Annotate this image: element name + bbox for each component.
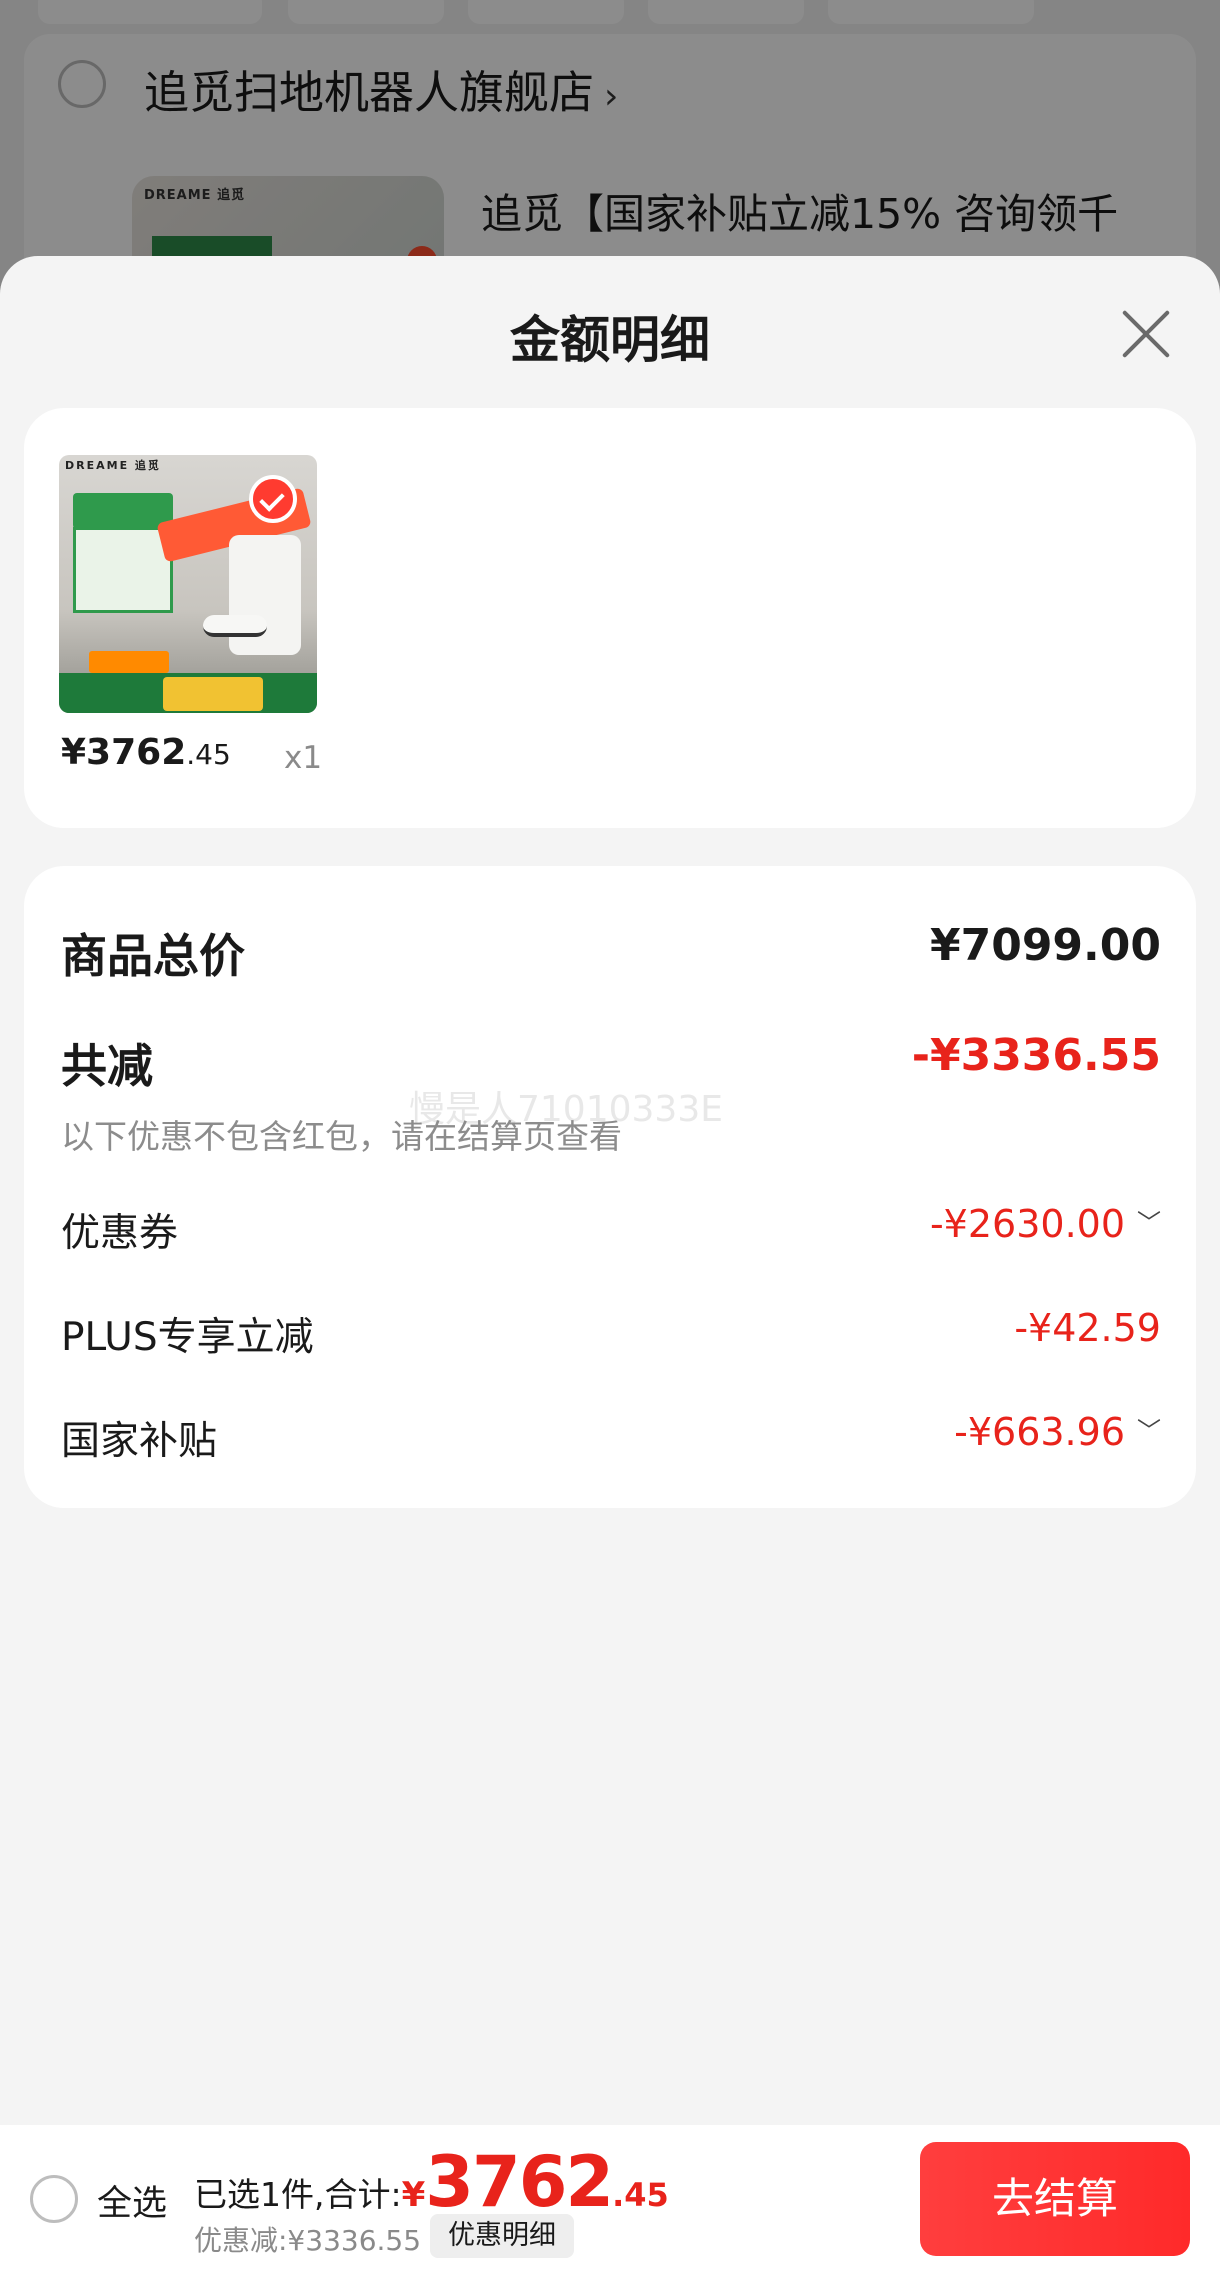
chevron-down-icon[interactable]: ﹀ xyxy=(1137,1411,1161,1446)
chevron-down-icon[interactable]: ﹀ xyxy=(1137,1203,1161,1238)
close-icon[interactable] xyxy=(1118,306,1174,362)
goods-card: DREAME 追觅 ¥3762.45 x1 xyxy=(24,408,1196,828)
amount-detail-sheet: 金额明细 DREAME 追觅 ¥3762.45 x1 商品总价 ¥7099.00… xyxy=(0,256,1220,2281)
select-all-radio[interactable] xyxy=(30,2175,78,2223)
modal-overlay[interactable] xyxy=(0,0,1220,300)
total-reduction-label: 共减 xyxy=(61,1039,153,1093)
sheet-title: 金额明细 xyxy=(510,311,710,369)
coupon-value: -¥2630.00 xyxy=(929,1202,1125,1246)
total-price-value: ¥7099.00 xyxy=(929,920,1161,971)
background-cart-page: 追觅扫地机器人旗舰店 › DREAME 追觅 追觅【国家补贴立减15% 咨询领千 xyxy=(0,0,1220,334)
selected-count-text: 已选1件,合计: xyxy=(194,2175,402,2214)
discount-row-coupon[interactable]: 优惠券 -¥2630.00 ﹀ xyxy=(61,1202,1161,1256)
total-price-label: 商品总价 xyxy=(61,929,245,983)
total-summary: 已选1件,合计:¥3762.45 xyxy=(194,2141,669,2223)
check-badge-icon xyxy=(249,475,297,523)
goods-price: ¥3762.45 xyxy=(61,732,231,773)
price-detail-card: 商品总价 ¥7099.00 共减 -¥3336.55 慢是人71010333E … xyxy=(24,866,1196,1508)
plus-discount-label: PLUS专享立减 xyxy=(61,1315,314,1360)
total-price-row: 商品总价 ¥7099.00 xyxy=(61,920,1161,983)
discount-row-subsidy[interactable]: 国家补贴 -¥663.96 ﹀ xyxy=(61,1410,1161,1464)
checkout-bar: 全选 已选1件,合计:¥3762.45 优惠减:¥3336.55 优惠明细 去结… xyxy=(0,2125,1220,2281)
discount-hint: 以下优惠不包含红包，请在结算页查看 xyxy=(61,1117,622,1156)
discount-row-plus: PLUS专享立减 -¥42.59 xyxy=(61,1306,1161,1360)
plus-discount-value: -¥42.59 xyxy=(1014,1306,1161,1350)
goods-quantity: x1 xyxy=(284,740,323,776)
select-all-label[interactable]: 全选 xyxy=(97,2175,167,2226)
discount-detail-button[interactable]: 优惠明细 xyxy=(430,2214,574,2258)
subsidy-label: 国家补贴 xyxy=(61,1419,218,1464)
product-image[interactable]: DREAME 追觅 xyxy=(59,455,317,713)
checkout-button[interactable]: 去结算 xyxy=(920,2142,1190,2256)
total-amount: 3762 xyxy=(425,2141,614,2223)
total-reduction-value: -¥3336.55 xyxy=(911,1030,1161,1081)
discount-summary: 优惠减:¥3336.55 xyxy=(194,2224,422,2257)
coupon-label: 优惠券 xyxy=(61,1211,179,1256)
subsidy-value: -¥663.96 xyxy=(954,1410,1125,1454)
